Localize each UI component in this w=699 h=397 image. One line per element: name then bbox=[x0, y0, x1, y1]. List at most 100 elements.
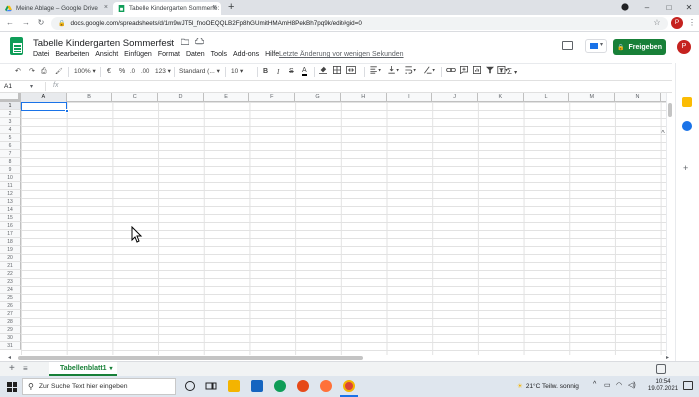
column-header[interactable]: H bbox=[341, 93, 387, 102]
forward-arrow-icon[interactable]: → bbox=[20, 17, 32, 29]
menu-data[interactable]: Daten bbox=[186, 51, 205, 58]
network-icon[interactable]: ▭ bbox=[604, 381, 611, 389]
vertical-scroll-thumb[interactable] bbox=[668, 103, 672, 117]
borders-icon[interactable] bbox=[333, 66, 341, 78]
back-arrow-icon[interactable]: ← bbox=[4, 17, 16, 29]
row-header[interactable]: 5 bbox=[0, 134, 21, 142]
all-sheets-button[interactable]: ≡ bbox=[23, 364, 28, 373]
office-icon[interactable] bbox=[297, 380, 309, 392]
profile-avatar[interactable]: P bbox=[671, 17, 683, 29]
font-family-select[interactable]: Standard (... ▾ bbox=[179, 66, 220, 78]
decrease-decimal-button[interactable]: .0 bbox=[130, 66, 135, 78]
taskbar-search-box[interactable]: ⚲ Zur Suche Text hier eingeben bbox=[22, 378, 176, 395]
vertical-scrollbar[interactable] bbox=[666, 93, 673, 355]
profile-icon[interactable] bbox=[614, 0, 636, 15]
row-header[interactable]: 2 bbox=[0, 110, 21, 118]
row-header[interactable]: 22 bbox=[0, 270, 21, 278]
close-tab-icon[interactable]: × bbox=[104, 4, 108, 11]
sheets-logo-icon[interactable] bbox=[10, 37, 23, 55]
close-tab-icon[interactable]: × bbox=[213, 4, 217, 11]
browser-tab-sheets[interactable]: Tabelle Kindergarten Sommerfe: × bbox=[113, 2, 221, 15]
column-header[interactable]: M bbox=[569, 93, 616, 102]
menu-addons[interactable]: Add-ons bbox=[233, 51, 259, 58]
row-header[interactable]: 4 bbox=[0, 126, 21, 134]
close-window-button[interactable]: ✕ bbox=[678, 0, 699, 15]
column-header[interactable]: I bbox=[387, 93, 433, 102]
address-bar[interactable]: 🔒 docs.google.com/spreadsheets/d/1m9wJT5… bbox=[51, 17, 668, 30]
explore-icon[interactable] bbox=[656, 364, 666, 374]
column-header[interactable]: G bbox=[295, 93, 341, 102]
menu-edit[interactable]: Bearbeiten bbox=[55, 51, 89, 58]
strikethrough-button[interactable]: S bbox=[289, 66, 294, 78]
row-header[interactable]: 29 bbox=[0, 326, 21, 334]
column-header[interactable]: D bbox=[158, 93, 204, 102]
merge-cells-icon[interactable] bbox=[346, 66, 356, 78]
row-header[interactable]: 9 bbox=[0, 166, 21, 174]
zoom-select[interactable]: 100% ▾ bbox=[74, 66, 96, 78]
reload-icon[interactable]: ↻ bbox=[35, 17, 47, 29]
row-header[interactable]: 31 bbox=[0, 342, 21, 350]
volume-icon[interactable]: ◁) bbox=[628, 381, 636, 389]
task-view-icon[interactable] bbox=[205, 380, 217, 392]
row-header[interactable]: 8 bbox=[0, 158, 21, 166]
bookmark-star-icon[interactable]: ☆ bbox=[651, 17, 663, 29]
selected-cell-a1[interactable] bbox=[21, 102, 67, 111]
functions-icon[interactable]: Σ ▾ bbox=[507, 66, 517, 78]
row-header[interactable]: 3 bbox=[0, 118, 21, 126]
notifications-icon[interactable] bbox=[683, 381, 693, 390]
formula-input[interactable] bbox=[66, 81, 666, 92]
present-button[interactable] bbox=[585, 39, 607, 53]
menu-view[interactable]: Ansicht bbox=[95, 51, 118, 58]
last-edit-link[interactable]: Letzte Änderung vor wenigen Sekunden bbox=[279, 51, 404, 58]
column-header[interactable]: C bbox=[112, 93, 159, 102]
row-header[interactable]: 12 bbox=[0, 190, 21, 198]
column-header[interactable]: A bbox=[21, 93, 67, 102]
move-folder-icon[interactable] bbox=[180, 38, 190, 47]
sheet-tab-active[interactable]: Tabellenblatt1 ▾ bbox=[49, 362, 117, 376]
wifi-icon[interactable]: ◠ bbox=[616, 381, 622, 389]
row-header[interactable]: 26 bbox=[0, 302, 21, 310]
row-header[interactable]: 15 bbox=[0, 214, 21, 222]
row-header[interactable]: 30 bbox=[0, 334, 21, 342]
row-header[interactable]: 24 bbox=[0, 286, 21, 294]
row-header[interactable]: 14 bbox=[0, 206, 21, 214]
minimize-button[interactable]: – bbox=[636, 0, 658, 15]
text-rotation-icon[interactable]: ▾ bbox=[423, 66, 437, 78]
menu-format[interactable]: Format bbox=[158, 51, 180, 58]
weather-widget[interactable]: ☀ 21°C Teilw. sonnig bbox=[517, 382, 579, 390]
currency-format-button[interactable]: € bbox=[107, 66, 111, 78]
row-header[interactable]: 20 bbox=[0, 254, 21, 262]
menu-help[interactable]: Hilfe bbox=[265, 51, 279, 58]
maximize-button[interactable]: □ bbox=[658, 0, 680, 15]
menu-insert[interactable]: Einfügen bbox=[124, 51, 152, 58]
row-header[interactable]: 25 bbox=[0, 294, 21, 302]
menu-file[interactable]: Datei bbox=[33, 51, 49, 58]
row-header[interactable]: 13 bbox=[0, 198, 21, 206]
select-all-corner[interactable] bbox=[0, 93, 21, 102]
comment-history-icon[interactable] bbox=[562, 41, 573, 50]
document-title[interactable]: Tabelle Kindergarten Sommerfest bbox=[33, 38, 174, 49]
fill-color-icon[interactable] bbox=[319, 66, 327, 78]
insert-comment-icon[interactable] bbox=[460, 66, 468, 78]
column-header[interactable]: J bbox=[432, 93, 478, 102]
keep-icon[interactable] bbox=[682, 97, 692, 107]
row-header[interactable]: 1 bbox=[0, 102, 21, 110]
fill-handle[interactable] bbox=[65, 109, 69, 113]
tasks-icon[interactable] bbox=[682, 121, 692, 131]
italic-button[interactable]: I bbox=[277, 66, 279, 78]
column-header[interactable]: B bbox=[67, 93, 113, 102]
cell-area[interactable] bbox=[21, 102, 666, 355]
insert-link-icon[interactable] bbox=[446, 66, 456, 78]
print-icon[interactable]: ⎙ bbox=[41, 66, 47, 78]
new-tab-button[interactable]: + bbox=[228, 0, 234, 15]
row-header[interactable]: 18 bbox=[0, 238, 21, 246]
name-box-dropdown-icon[interactable]: ▾ bbox=[30, 83, 33, 90]
paint-format-icon[interactable]: 🖌 bbox=[55, 66, 63, 78]
firefox-icon[interactable] bbox=[320, 380, 332, 392]
scroll-right-icon[interactable]: ▸ bbox=[666, 354, 669, 361]
windows-start-icon[interactable] bbox=[7, 382, 17, 392]
row-header[interactable]: 27 bbox=[0, 310, 21, 318]
horizontal-align-icon[interactable]: ▾ bbox=[370, 66, 382, 78]
text-color-button[interactable]: A bbox=[302, 66, 307, 76]
browser-menu-icon[interactable]: ⋮ bbox=[686, 17, 698, 29]
